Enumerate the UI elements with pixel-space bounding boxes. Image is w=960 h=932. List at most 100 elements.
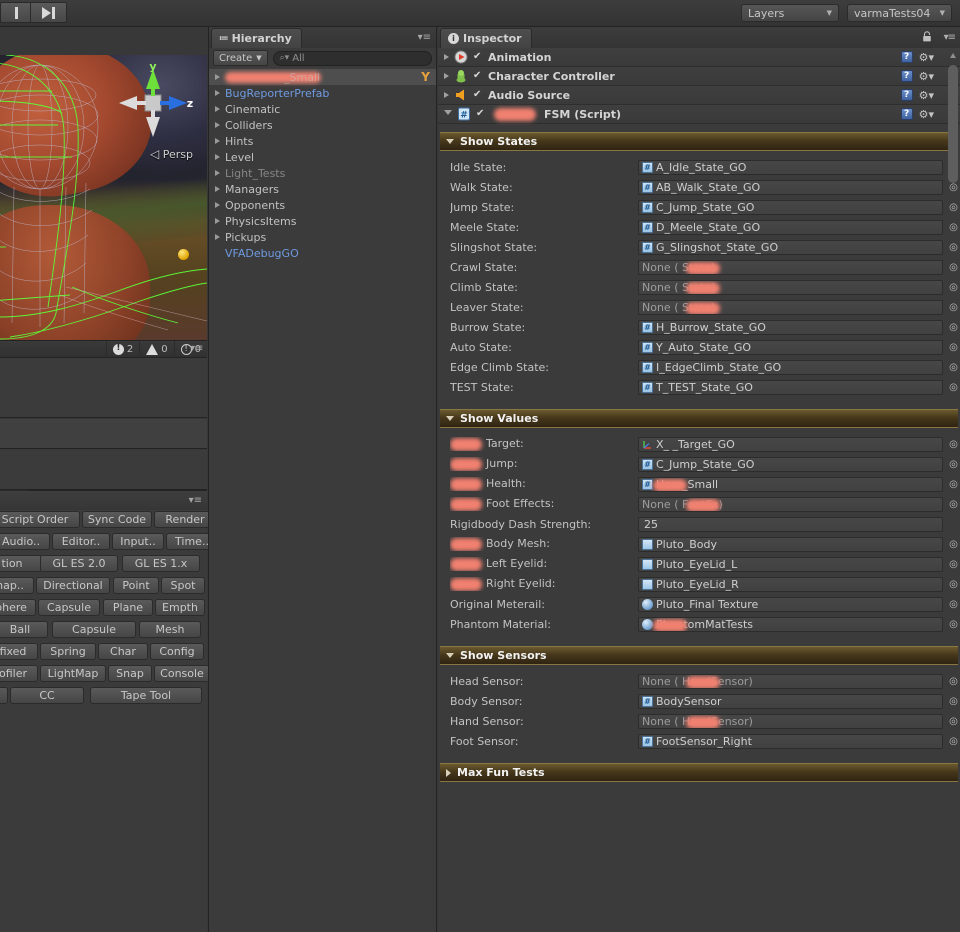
hierarchy-item-opponents[interactable]: Opponents — [209, 197, 436, 213]
component-enabled-checkbox[interactable]: ✔ — [476, 109, 486, 119]
tool-button-cc[interactable]: CC — [10, 687, 84, 704]
chevron-right-icon[interactable] — [444, 92, 449, 98]
lock-icon[interactable] — [922, 31, 932, 42]
component-header-animation[interactable]: ✔ Animation? ⚙▾ — [438, 48, 960, 67]
help-icon[interactable]: ? — [900, 89, 913, 101]
chevron-right-icon[interactable] — [444, 54, 449, 60]
tool-button-phere[interactable]: phere — [0, 599, 36, 616]
tool-button-fixed[interactable]: fixed — [0, 643, 38, 660]
tab-inspector[interactable]: i Inspector — [440, 28, 532, 48]
section-header-showsensors[interactable]: Show Sensors — [440, 646, 958, 665]
tool-button-input[interactable]: Input.. — [112, 533, 164, 550]
hierarchy-item-physicsitems[interactable]: PhysicsItems — [209, 213, 436, 229]
layout-dropdown[interactable]: varmaTests04 ▼ — [847, 4, 952, 22]
object-field[interactable]: FootSensor_Right — [638, 733, 943, 749]
inspector-scrollbar[interactable] — [948, 51, 958, 931]
create-button[interactable]: Create ▼ — [213, 50, 268, 66]
component-header-charactercontroller[interactable]: ✔ Character Controller? ⚙▾ — [438, 67, 960, 86]
object-field[interactable]: None ( State) — [638, 279, 943, 295]
object-field[interactable]: G_Slingshot_State_GO — [638, 239, 943, 255]
object-field[interactable]: H_Burrow_State_GO — [638, 319, 943, 335]
object-field[interactable]: C_Jump_State_GO — [638, 456, 943, 472]
scene-panel-menu-icon[interactable]: ▾≡ — [190, 343, 203, 354]
tool-button-config[interactable]: Config — [150, 643, 204, 660]
tool-button-tion[interactable]: tion — [0, 555, 42, 572]
expand-arrow-icon[interactable] — [215, 138, 220, 144]
chevron-right-icon[interactable] — [446, 768, 451, 777]
object-field[interactable]: Hero_Small — [638, 476, 943, 492]
object-field[interactable]: T_TEST_State_GO — [638, 379, 943, 395]
play-button[interactable] — [0, 2, 31, 23]
expand-arrow-icon[interactable] — [215, 186, 220, 192]
expand-arrow-icon[interactable] — [215, 122, 220, 128]
tool-button-blank80[interactable] — [0, 687, 8, 704]
expand-arrow-icon[interactable] — [215, 74, 220, 80]
step-button[interactable] — [31, 2, 67, 23]
expand-arrow-icon[interactable] — [215, 90, 220, 96]
tool-button-gles20[interactable]: GL ES 2.0 — [40, 555, 118, 572]
tool-button-spring[interactable]: Spring — [40, 643, 96, 660]
inspector-menu-icon[interactable]: ▾≡ — [944, 32, 956, 43]
number-field[interactable]: 25 — [638, 516, 943, 532]
layers-dropdown[interactable]: Layers ▼ — [741, 4, 839, 22]
scene-projection-label[interactable]: ◁ Persp — [150, 147, 193, 161]
tool-button-capsule[interactable]: Capsule — [38, 599, 100, 616]
object-field[interactable]: Pluto_EyeLid_L — [638, 556, 943, 572]
hierarchy-item-lighttests[interactable]: Light_Tests — [209, 165, 436, 181]
object-field[interactable]: D_Meele_State_GO — [638, 219, 943, 235]
chevron-down-icon[interactable] — [446, 139, 454, 144]
object-field[interactable]: I_EdgeClimb_State_GO — [638, 359, 943, 375]
tool-button-editor[interactable]: Editor.. — [52, 533, 110, 550]
panel-menu-icon[interactable]: ▾≡ — [189, 495, 202, 506]
section-header-maxfuntests[interactable]: Max Fun Tests — [440, 763, 958, 782]
object-field[interactable]: Pluto_EyeLid_R — [638, 576, 943, 592]
gear-icon[interactable]: ⚙▾ — [919, 51, 934, 64]
tool-button-spot[interactable]: Spot — [161, 577, 205, 594]
hierarchy-item-cinematic[interactable]: Cinematic — [209, 101, 436, 117]
gear-icon[interactable]: ⚙▾ — [919, 108, 934, 121]
scrollbar-thumb[interactable] — [948, 65, 958, 183]
object-field[interactable]: Pluto_Body — [638, 536, 943, 552]
scene-view[interactable]: y z ◁ Persp — [0, 55, 207, 340]
expand-arrow-icon[interactable] — [215, 106, 220, 112]
tool-button-synccode[interactable]: Sync Code — [82, 511, 152, 528]
hierarchy-item-pickups[interactable]: Pickups — [209, 229, 436, 245]
tool-button-tapetool[interactable]: Tape Tool — [90, 687, 202, 704]
expand-arrow-icon[interactable] — [215, 218, 220, 224]
tool-button-audio[interactable]: Audio.. — [0, 533, 50, 550]
tool-button-directional[interactable]: Directional — [36, 577, 110, 594]
error-badge[interactable]: 2 — [105, 340, 139, 358]
tab-hierarchy[interactable]: ≔ Hierarchy — [211, 28, 302, 48]
chevron-right-icon[interactable] — [444, 73, 449, 79]
object-field[interactable]: X_ _Target_GO — [638, 436, 943, 452]
object-field[interactable]: None ( State) — [638, 259, 943, 275]
object-field[interactable]: Pluto_Final Texture — [638, 596, 943, 612]
object-field[interactable]: None ( HeadSensor) — [638, 673, 943, 689]
expand-arrow-icon[interactable] — [215, 202, 220, 208]
tool-button-plane[interactable]: Plane — [103, 599, 153, 616]
object-field[interactable]: Y_Auto_State_GO — [638, 339, 943, 355]
object-field[interactable]: None ( FootFx) — [638, 496, 943, 512]
help-icon[interactable]: ? — [900, 108, 913, 120]
object-field[interactable]: C_Jump_State_GO — [638, 199, 943, 215]
object-field[interactable]: None ( State) — [638, 299, 943, 315]
hierarchy-item-colliders[interactable]: Colliders — [209, 117, 436, 133]
expand-arrow-icon[interactable] — [215, 170, 220, 176]
tool-button-render[interactable]: Render — [154, 511, 216, 528]
hierarchy-item-level[interactable]: Level — [209, 149, 436, 165]
tool-button-char[interactable]: Char — [98, 643, 148, 660]
expand-arrow-icon[interactable] — [215, 234, 220, 240]
hierarchy-item-bugreporterprefab[interactable]: BugReporterPrefab — [209, 85, 436, 101]
component-enabled-checkbox[interactable]: ✔ — [473, 90, 483, 100]
chevron-down-icon[interactable] — [446, 653, 454, 658]
tool-button-empth[interactable]: Empth — [155, 599, 205, 616]
tool-button-ofiler[interactable]: ofiler — [0, 665, 38, 682]
object-field[interactable]: None ( HandSensor) — [638, 713, 943, 729]
tool-button-capsule[interactable]: Capsule — [52, 621, 136, 638]
help-icon[interactable]: ? — [900, 51, 913, 63]
gear-icon[interactable]: ⚙▾ — [919, 89, 934, 102]
chevron-down-icon[interactable] — [444, 110, 452, 118]
tool-button-snap[interactable]: Snap — [108, 665, 152, 682]
scroll-up-arrow-icon[interactable] — [950, 53, 956, 58]
tool-button-lightmap[interactable]: LightMap — [40, 665, 106, 682]
